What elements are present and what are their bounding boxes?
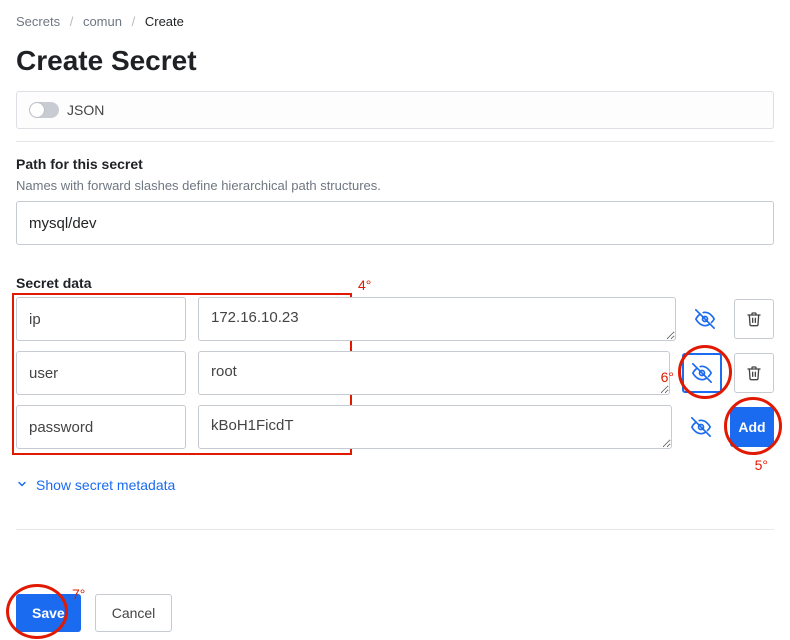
show-metadata-label: Show secret metadata <box>36 477 175 493</box>
path-helper: Names with forward slashes define hierar… <box>16 178 774 193</box>
secret-row: kBoH1FicdT Add 5° <box>16 405 774 449</box>
save-button[interactable]: Save <box>16 594 81 632</box>
path-label: Path for this secret <box>16 156 774 172</box>
chevron-down-icon <box>16 478 28 493</box>
annotation-label-5: 5° <box>755 457 768 473</box>
eye-off-icon[interactable] <box>684 405 718 449</box>
path-input[interactable] <box>16 201 774 245</box>
json-toggle[interactable] <box>29 102 59 118</box>
show-metadata-link[interactable]: Show secret metadata <box>16 477 774 493</box>
secret-data-rows: 4° 172.16.10.23 root <box>16 297 774 449</box>
breadcrumb-root[interactable]: Secrets <box>16 14 60 29</box>
secret-key-input[interactable] <box>16 405 186 449</box>
json-toggle-label: JSON <box>67 102 104 118</box>
secret-row: 172.16.10.23 <box>16 297 774 341</box>
secret-value-input[interactable] <box>198 351 670 395</box>
add-button[interactable]: Add <box>730 407 774 447</box>
page-title: Create Secret <box>16 45 774 77</box>
json-toggle-bar: JSON <box>16 91 774 129</box>
secret-key-input[interactable] <box>16 297 186 341</box>
eye-off-icon[interactable] <box>688 297 722 341</box>
eye-off-icon[interactable] <box>682 353 722 393</box>
secret-row: root 6° <box>16 351 774 395</box>
divider <box>16 529 774 530</box>
secret-value-input[interactable] <box>198 405 672 449</box>
breadcrumb-mid[interactable]: comun <box>83 14 122 29</box>
secret-key-input[interactable] <box>16 351 186 395</box>
divider <box>16 141 774 142</box>
trash-icon[interactable] <box>734 353 774 393</box>
trash-icon[interactable] <box>734 299 774 339</box>
cancel-button[interactable]: Cancel <box>95 594 173 632</box>
breadcrumb: Secrets / comun / Create <box>16 10 774 37</box>
breadcrumb-current: Create <box>145 14 184 29</box>
secret-value-input[interactable] <box>198 297 676 341</box>
secret-data-label: Secret data <box>16 275 774 291</box>
